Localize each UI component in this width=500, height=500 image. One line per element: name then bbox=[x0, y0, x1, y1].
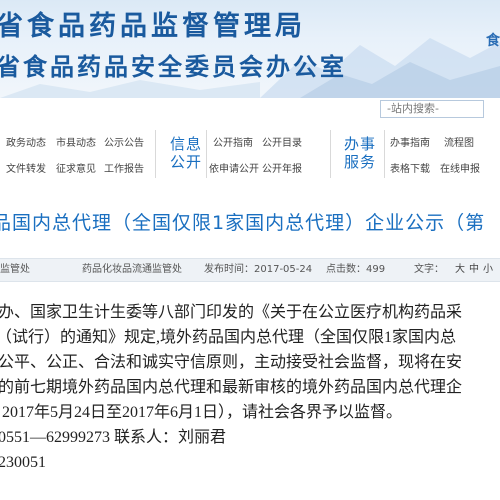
font-size-medium-button[interactable]: 中 bbox=[469, 259, 479, 281]
nav-link-service-guide[interactable]: 办事指南 bbox=[390, 134, 430, 149]
article-postal-code: 230051 bbox=[0, 454, 46, 471]
article-publish-date: 发布时间：2017-05-24 bbox=[204, 264, 313, 275]
font-size-small-button[interactable]: 小 bbox=[483, 259, 493, 281]
article-author: 药品化妆品流通监管处 bbox=[82, 264, 182, 275]
nav-link-annual-report[interactable]: 公开年报 bbox=[262, 160, 302, 175]
article-contact-line: 0551—62999273 联系人：刘丽君 bbox=[0, 429, 227, 446]
article-paragraph: 公平、公正、合法和诚实守信原则，主动接受社会监督，现将在安 bbox=[0, 354, 463, 371]
main-nav: 政务动态 市县动态 公示公告 文件转发 征求意见 工作报告 信息 公开 公开指南… bbox=[0, 126, 500, 182]
nav-link-disclosure-on-request[interactable]: 依申请公开 bbox=[209, 160, 259, 175]
nav-link-city-news[interactable]: 市县动态 bbox=[56, 134, 96, 149]
article-paragraph: 办、国家卫生计生委等八部门印发的《关于在公立医疗机构药品采 bbox=[0, 304, 463, 321]
nav-divider bbox=[155, 130, 156, 178]
header-corner-text: 食 bbox=[486, 33, 500, 49]
nav-link-announcements[interactable]: 公示公告 bbox=[104, 134, 144, 149]
article-meta-bar: 监管处 药品化妆品流通监管处 发布时间：2017-05-24 点击数：499 文… bbox=[0, 258, 500, 282]
font-size-large-button[interactable]: 大 bbox=[455, 259, 465, 281]
article-headline: 品国内总代理（全国仅限1家国内总代理）企业公示（第 bbox=[0, 212, 486, 234]
article-paragraph: 2017年5月24日至2017年6月1日），请社会各界予以监督。 bbox=[2, 404, 403, 421]
services-line2: 服务 bbox=[344, 153, 377, 171]
article-body: 办、国家卫生计生委等八部门印发的《关于在公立医疗机构药品采 （试行）的通知》规定… bbox=[0, 300, 500, 500]
info-open-line1: 信息 bbox=[170, 135, 203, 153]
article-paragraph: 的前七期境外药品国内总代理和最新审核的境外药品国内总代理企 bbox=[0, 379, 463, 396]
nav-link-solicit-opinions[interactable]: 征求意见 bbox=[56, 160, 96, 175]
nav-divider bbox=[330, 130, 331, 178]
article-paragraph: （试行）的通知》规定,境外药品国内总代理（全国仅限1家国内总 bbox=[0, 329, 457, 346]
nav-heading-services[interactable]: 办事 服务 bbox=[344, 135, 376, 171]
services-line1: 办事 bbox=[344, 135, 377, 153]
nav-divider bbox=[206, 130, 207, 178]
info-open-line2: 公开 bbox=[170, 153, 203, 171]
font-size-label: 文字： bbox=[414, 264, 444, 275]
article-source: 监管处 bbox=[0, 264, 30, 275]
nav-link-online-application[interactable]: 在线申报 bbox=[440, 160, 480, 175]
agency-title-secondary: 省食品药品安全委员会办公室 bbox=[0, 53, 347, 81]
nav-link-disclosure-guide[interactable]: 公开指南 bbox=[213, 134, 253, 149]
nav-link-work-reports[interactable]: 工作报告 bbox=[104, 160, 144, 175]
nav-link-flowchart[interactable]: 流程图 bbox=[444, 134, 474, 149]
site-search-input[interactable]: -站内搜索- bbox=[380, 100, 484, 118]
nav-divider bbox=[384, 130, 385, 178]
nav-link-disclosure-catalog[interactable]: 公开目录 bbox=[262, 134, 302, 149]
article-view-count: 点击数：499 bbox=[326, 264, 386, 275]
header-banner: 省食品药品监督管理局 省食品药品安全委员会办公室 食 bbox=[0, 0, 500, 98]
nav-link-government-news[interactable]: 政务动态 bbox=[6, 134, 46, 149]
nav-heading-info-open[interactable]: 信息 公开 bbox=[170, 135, 202, 171]
nav-link-form-download[interactable]: 表格下载 bbox=[390, 160, 430, 175]
nav-link-document-forwarding[interactable]: 文件转发 bbox=[6, 160, 46, 175]
agency-title-primary: 省食品药品监督管理局 bbox=[0, 11, 306, 42]
